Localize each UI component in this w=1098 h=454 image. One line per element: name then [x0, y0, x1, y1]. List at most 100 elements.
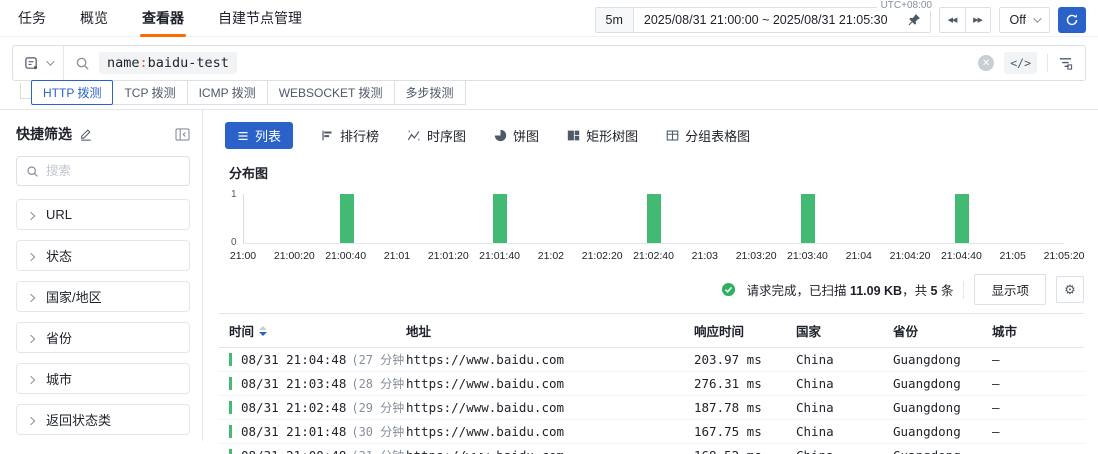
facet-label: 城市 [46, 369, 72, 388]
facet-item[interactable]: 城市 [16, 363, 190, 394]
status-indicator-bar [229, 449, 232, 454]
query-input[interactable]: name:baidu-test [99, 52, 237, 74]
x-axis-tick: 21:03:20 [736, 250, 777, 262]
divider [1047, 54, 1048, 72]
view-tab-treemap[interactable]: 矩形树图 [567, 126, 638, 145]
refresh-icon [1065, 13, 1079, 27]
sort-icon[interactable] [259, 326, 267, 336]
nav-item-viewer[interactable]: 查看器 [140, 0, 186, 37]
tab-websocket-probe[interactable]: WEBSOCKET 拨测 [267, 80, 395, 105]
sidebar-search[interactable] [16, 156, 190, 186]
refresh-button[interactable] [1058, 7, 1086, 33]
row-url: https://www.baidu.com [404, 448, 692, 454]
table-row[interactable]: 08/31 21:03:48 (28 分钟前) https://www.baid… [219, 372, 1084, 396]
table-row[interactable]: 08/31 21:04:48 (27 分钟前) https://www.baid… [219, 348, 1084, 372]
treemap-icon [567, 129, 580, 142]
saved-query-menu[interactable] [13, 46, 64, 80]
facet-item[interactable]: 省份 [16, 322, 190, 353]
x-axis-tick: 21:02:20 [582, 250, 623, 262]
ranking-icon [321, 129, 334, 142]
chevron-down-icon [46, 57, 54, 65]
facet-item[interactable]: 状态 [16, 240, 190, 271]
x-axis-tick: 21:05:20 [1044, 250, 1085, 262]
scan-status-text: 请求完成，已扫描 11.09 KB，共 5 条 [746, 280, 953, 299]
viewer-page: 任务 概览 查看器 自建节点管理 UTC+08:00 5m 2025/08/31… [0, 0, 1098, 454]
query-search-bar[interactable]: name:baidu-test ✕ </> [12, 45, 1086, 81]
distribution-chart: 1 0 21:0021:00:2021:00:4021:0121:01:2021… [243, 194, 1064, 264]
view-switcher: 列表 排行榜 时序图 饼图 矩形树图 [225, 122, 1086, 149]
filter-settings-icon[interactable] [1058, 56, 1073, 71]
nav-item-node-management[interactable]: 自建节点管理 [216, 0, 304, 37]
view-tab-timeseries[interactable]: 时序图 [407, 126, 466, 145]
nav-item-tasks[interactable]: 任务 [16, 0, 48, 37]
x-axis-tick: 21:05 [1000, 250, 1026, 262]
time-step-buttons: ◀◀ ▶▶ [939, 7, 991, 33]
tab-tcp-probe[interactable]: TCP 拨测 [112, 80, 187, 105]
step-forward-button[interactable]: ▶▶ [965, 8, 990, 32]
row-province: Guangdong [891, 448, 990, 454]
view-tab-pie[interactable]: 饼图 [494, 126, 539, 145]
facet-list: URL 状态 国家/地区 省份 城市 返回状态类 [16, 199, 190, 435]
row-url: https://www.baidu.com [404, 352, 692, 367]
facet-label: 状态 [46, 246, 72, 265]
table-row[interactable]: 08/31 21:00:48 (31 分钟前) https://www.baid… [219, 444, 1084, 454]
x-axis-tick: 21:03:40 [787, 250, 828, 262]
search-icon [75, 56, 90, 71]
status-indicator-bar [229, 401, 232, 414]
view-tab-list[interactable]: 列表 [225, 122, 293, 149]
row-city: – [990, 376, 1084, 391]
chart-bar [647, 194, 661, 243]
results-table: 时间 地址 响应时间 国家 省份 城市 08/31 21:04:48 (27 分… [219, 313, 1084, 454]
status-indicator-bar [229, 353, 232, 366]
facet-item[interactable]: URL [16, 199, 190, 230]
sidebar-search-input[interactable] [46, 164, 166, 178]
code-mode-icon[interactable]: </> [1004, 52, 1037, 74]
quick-range-badge[interactable]: 5m [596, 8, 634, 32]
row-country: China [794, 448, 891, 454]
top-nav-bar: 任务 概览 查看器 自建节点管理 UTC+08:00 5m 2025/08/31… [0, 0, 1098, 37]
collapse-panel-icon[interactable] [175, 128, 190, 141]
search-actions: ✕ </> [978, 52, 1085, 74]
clear-search-icon[interactable]: ✕ [978, 55, 994, 71]
edit-icon[interactable] [79, 127, 93, 141]
view-tab-label: 饼图 [513, 126, 539, 145]
tab-multistep-probe[interactable]: 多步拨测 [394, 80, 466, 105]
table-settings-button[interactable]: ⚙ [1056, 276, 1084, 303]
chart-bar [493, 194, 507, 243]
nav-item-overview[interactable]: 概览 [78, 0, 110, 37]
chart-bar [955, 194, 969, 243]
row-url: https://www.baidu.com [404, 376, 692, 391]
table-row[interactable]: 08/31 21:02:48 (29 分钟前) https://www.baid… [219, 396, 1084, 420]
row-province: Guangdong [891, 376, 990, 391]
x-axis-tick: 21:02:40 [633, 250, 674, 262]
row-time-ago: (27 分钟前) [351, 351, 404, 368]
row-province: Guangdong [891, 400, 990, 415]
table-body: 08/31 21:04:48 (27 分钟前) https://www.baid… [219, 348, 1084, 454]
display-columns-button[interactable]: 显示项 [974, 274, 1046, 305]
x-axis-tick: 21:04:40 [941, 250, 982, 262]
table-row[interactable]: 08/31 21:01:48 (30 分钟前) https://www.baid… [219, 420, 1084, 444]
status-indicator-bar [229, 377, 232, 390]
row-time: 08/31 21:00:48 [241, 448, 346, 454]
timeseries-icon [407, 129, 421, 142]
chevron-right-icon [27, 416, 35, 424]
time-range-value[interactable]: 2025/08/31 21:00:00 ~ 2025/08/31 21:05:3… [634, 13, 898, 27]
row-url: https://www.baidu.com [404, 424, 692, 439]
row-time: 08/31 21:01:48 [241, 424, 346, 439]
step-back-button[interactable]: ◀◀ [940, 8, 965, 32]
auto-refresh-dropdown[interactable]: Off [999, 7, 1050, 33]
view-tab-label: 列表 [255, 126, 281, 145]
facet-label: 返回状态类 [46, 410, 111, 429]
facet-item[interactable]: 国家/地区 [16, 281, 190, 312]
view-tab-ranking[interactable]: 排行榜 [321, 126, 379, 145]
facet-item[interactable]: 返回状态类 [16, 404, 190, 435]
x-axis-tick: 21:00:40 [325, 250, 366, 262]
row-city: – [990, 400, 1084, 415]
column-header-time[interactable]: 时间 [219, 321, 404, 340]
view-tab-grouped-table[interactable]: 分组表格图 [666, 126, 750, 145]
chevron-right-icon [27, 252, 35, 260]
tab-http-probe[interactable]: HTTP 拨测 [31, 80, 113, 105]
pin-icon[interactable] [898, 13, 930, 27]
tab-icmp-probe[interactable]: ICMP 拨测 [187, 80, 268, 105]
row-url: https://www.baidu.com [404, 400, 692, 415]
